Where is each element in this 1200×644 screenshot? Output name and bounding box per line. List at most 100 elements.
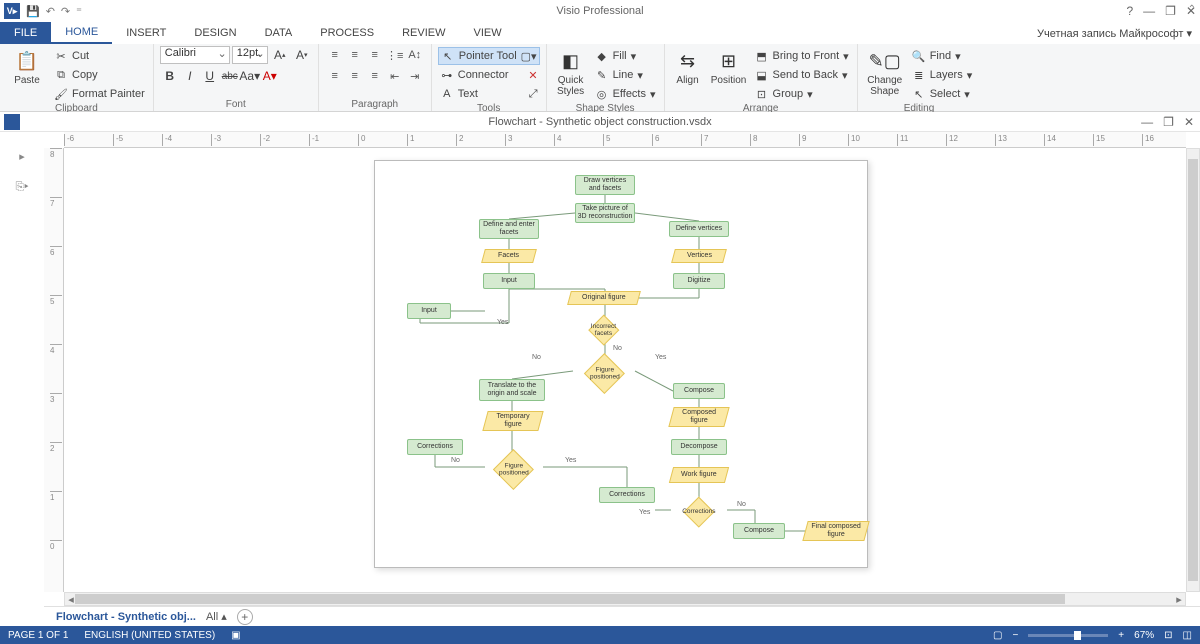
flowchart-data[interactable]: Temporary figure — [482, 411, 543, 431]
flowchart-decision[interactable]: Figure positioned — [584, 353, 625, 394]
flowchart-data[interactable]: Composed figure — [668, 407, 729, 427]
zoom-out[interactable]: − — [1012, 630, 1018, 641]
flowchart-process[interactable]: Take picture of 3D reconstruction — [575, 203, 635, 223]
qat-customize[interactable]: ⁼ — [76, 5, 82, 18]
group-button[interactable]: ⊡Group ▾ — [753, 85, 851, 103]
flowchart-decision[interactable]: Corrections — [684, 497, 715, 528]
bring-to-front-button[interactable]: ⬒Bring to Front ▾ — [753, 47, 851, 65]
tab-design[interactable]: DESIGN — [180, 22, 250, 44]
decrease-indent-button[interactable]: ⇤ — [385, 67, 405, 85]
page-tab-all[interactable]: All ▴ — [206, 610, 227, 623]
connector-button[interactable]: ⊶Connector✕ — [438, 66, 540, 84]
zoom-level[interactable]: 67% — [1134, 630, 1154, 641]
tab-review[interactable]: REVIEW — [388, 22, 459, 44]
maximize-button[interactable]: ❐ — [1165, 4, 1176, 18]
scroll-right[interactable]: ▸ — [1173, 593, 1185, 605]
cut-button[interactable]: ✂Cut — [52, 47, 147, 65]
add-page-button[interactable]: + — [237, 609, 253, 625]
font-size-select[interactable]: 12pt. — [232, 46, 268, 64]
case-button[interactable]: Aa▾ — [240, 67, 260, 85]
shapes-expand[interactable]: ▸ — [19, 150, 25, 163]
align-right-button[interactable]: ≡ — [365, 67, 385, 85]
ribbon-collapse[interactable]: ⌃ — [1188, 4, 1196, 15]
zoom-in[interactable]: + — [1118, 630, 1124, 641]
flowchart-data[interactable]: Original figure — [567, 291, 641, 305]
bullets-button[interactable]: ⋮≡ — [385, 46, 405, 64]
paste-button[interactable]: 📋 Paste — [6, 46, 48, 86]
flowchart-data[interactable]: Vertices — [671, 249, 727, 263]
drawing-page[interactable]: Draw vertices and facets Take picture of … — [374, 160, 868, 568]
underline-button[interactable]: U — [200, 67, 220, 85]
qat-redo[interactable]: ↷ — [61, 5, 70, 18]
font-family-select[interactable]: Calibri — [160, 46, 230, 64]
flowchart-process[interactable]: Define vertices — [669, 221, 729, 237]
quick-styles-button[interactable]: ◧ Quick Styles — [553, 46, 589, 97]
align-bottom-button[interactable]: ≡ — [365, 46, 385, 64]
flowchart-process[interactable]: Corrections — [407, 439, 463, 455]
find-button[interactable]: 🔍Find▾ — [910, 47, 975, 65]
doc-minimize[interactable]: — — [1141, 115, 1153, 129]
flowchart-process[interactable]: Digitize — [673, 273, 725, 289]
status-macro-icon[interactable]: ▣ — [231, 630, 240, 641]
flowchart-decision[interactable]: Incorrect facets — [589, 315, 620, 346]
flowchart-data[interactable]: Work figure — [669, 467, 729, 483]
minimize-button[interactable]: — — [1143, 4, 1155, 18]
flowchart-process[interactable]: Compose — [673, 383, 725, 399]
font-color-button[interactable]: A▾ — [260, 67, 280, 85]
align-button[interactable]: ⇆Align — [671, 46, 705, 86]
account-link[interactable]: Учетная запись Майкрософт ▾ — [1037, 22, 1192, 44]
layers-button[interactable]: ≣Layers▾ — [910, 66, 975, 84]
shapes-pin[interactable]: ⎘▸ — [15, 181, 28, 194]
zoom-slider[interactable] — [1028, 634, 1108, 637]
tab-insert[interactable]: INSERT — [112, 22, 180, 44]
scrollbar-horizontal[interactable]: ◂ ▸ — [64, 592, 1186, 606]
flowchart-process[interactable]: Draw vertices and facets — [575, 175, 635, 195]
flowchart-decision[interactable]: Figure positioned — [493, 449, 534, 490]
pointer-tool-button[interactable]: ↖Pointer Tool▢▾ — [438, 47, 540, 65]
text-tool-button[interactable]: AText⤢ — [438, 85, 540, 103]
send-to-back-button[interactable]: ⬓Send to Back ▾ — [753, 66, 851, 84]
flowchart-process[interactable]: Decompose — [671, 439, 727, 455]
flowchart-process[interactable]: Translate to the origin and scale — [479, 379, 545, 401]
effects-button[interactable]: ◎Effects▾ — [593, 85, 658, 103]
tab-file[interactable]: FILE — [0, 22, 51, 44]
fit-page-icon[interactable]: ⊡ — [1164, 630, 1172, 641]
select-button[interactable]: ↖Select▾ — [910, 85, 975, 103]
change-shape-button[interactable]: ✎▢Change Shape — [864, 46, 906, 97]
help-button[interactable]: ? — [1126, 4, 1133, 18]
align-left-button[interactable]: ≡ — [325, 67, 345, 85]
scroll-h-thumb[interactable] — [75, 594, 1065, 604]
flowchart-process[interactable]: Input — [407, 303, 451, 319]
tab-view[interactable]: VIEW — [459, 22, 515, 44]
strike-button[interactable]: abc — [220, 67, 240, 85]
tab-home[interactable]: HOME — [51, 22, 112, 44]
scrollbar-vertical[interactable] — [1186, 148, 1200, 592]
shrink-font-button[interactable]: A▾ — [292, 46, 312, 64]
scroll-v-thumb[interactable] — [1188, 159, 1198, 581]
doc-close[interactable]: ✕ — [1184, 115, 1194, 129]
align-center-button[interactable]: ≡ — [345, 67, 365, 85]
qat-save[interactable]: 💾 — [26, 5, 40, 18]
tab-data[interactable]: DATA — [251, 22, 307, 44]
bold-button[interactable]: B — [160, 67, 180, 85]
flowchart-process[interactable]: Input — [483, 273, 535, 289]
align-top-button[interactable]: ≡ — [325, 46, 345, 64]
italic-button[interactable]: I — [180, 67, 200, 85]
format-painter-button[interactable]: 🖌Format Painter — [52, 85, 147, 103]
flowchart-data[interactable]: Facets — [481, 249, 537, 263]
fill-button[interactable]: ◆Fill▾ — [593, 47, 658, 65]
orientation-button[interactable]: A↕ — [405, 46, 425, 64]
grow-font-button[interactable]: A▴ — [270, 46, 290, 64]
copy-button[interactable]: ⧉Copy — [52, 66, 147, 84]
doc-maximize[interactable]: ❐ — [1163, 115, 1174, 129]
flowchart-data[interactable]: Final composed figure — [802, 521, 869, 541]
fit-width-icon[interactable]: ◫ — [1183, 630, 1192, 641]
qat-undo[interactable]: ↶ — [46, 5, 55, 18]
line-button[interactable]: ✎Line▾ — [593, 66, 658, 84]
page-tab-1[interactable]: Flowchart - Synthetic obj... — [56, 611, 196, 623]
presentation-mode-icon[interactable]: ▢ — [993, 630, 1002, 641]
align-middle-button[interactable]: ≡ — [345, 46, 365, 64]
increase-indent-button[interactable]: ⇥ — [405, 67, 425, 85]
flowchart-process[interactable]: Define and enter facets — [479, 219, 539, 239]
flowchart-process[interactable]: Corrections — [599, 487, 655, 503]
